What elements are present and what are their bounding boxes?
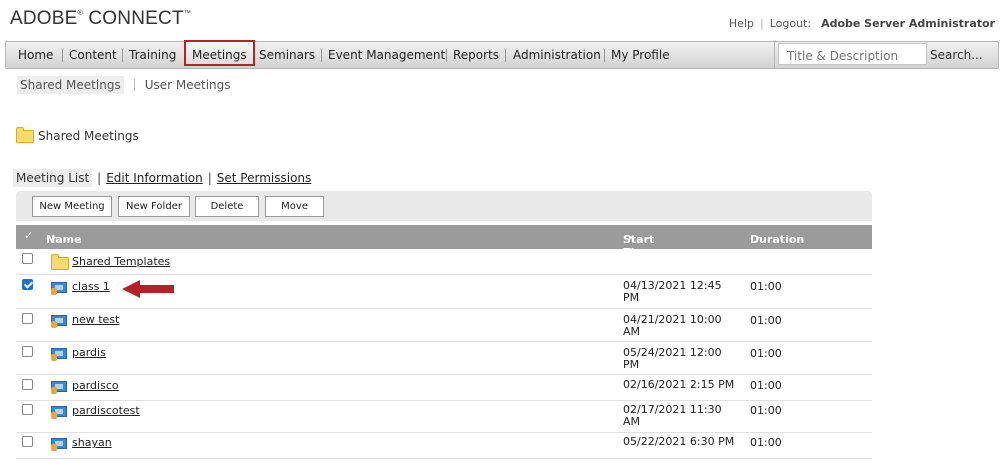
sort-arrow-icon: ▸ (756, 233, 761, 243)
subnav-shared-meetings[interactable]: Shared Meetings (17, 76, 124, 94)
nav-seminars[interactable]: Seminars (259, 42, 315, 68)
delete-button[interactable]: Delete (195, 196, 259, 217)
row-checkbox[interactable] (22, 346, 33, 357)
folder-icon (51, 254, 69, 270)
tab-set-permissions[interactable]: Set Permissions (217, 171, 312, 185)
folder-name: Shared Meetings (38, 129, 139, 143)
table-row[interactable]: Shared Templates (16, 249, 872, 275)
nav-event-management[interactable]: Event Management (328, 42, 445, 68)
table-row[interactable]: pardisco 02/16/2021 2:15 PM 01:00 (16, 375, 872, 401)
table-row[interactable]: pardiscotest 02/17/2021 11:30 AM 01:00 (16, 401, 872, 433)
row-duration: 01:00 (750, 347, 782, 360)
current-folder: Shared Meetings (16, 126, 139, 143)
folder-icon (16, 126, 34, 143)
row-start-time: 04/13/2021 12:45 PM (623, 279, 722, 304)
nav-my-profile[interactable]: My Profile (611, 42, 670, 68)
row-name-link[interactable]: shayan (72, 436, 112, 449)
list-toolbar: New Meeting New Folder Delete Move (16, 191, 872, 221)
meeting-icon (51, 282, 67, 295)
tab-meeting-list[interactable]: Meeting List (13, 169, 93, 187)
row-start-time: 05/22/2021 6:30 PM (623, 435, 735, 448)
row-name-link[interactable]: pardiscotest (72, 404, 140, 417)
select-all-check[interactable]: ✓ (24, 229, 33, 242)
tab-edit-information[interactable]: Edit Information (106, 171, 203, 185)
table-header: ✓ Name ▸ Start Time ▸ Duration ▸ (16, 225, 872, 259)
adobe-connect-logo: ADOBE® CONNECT™ (10, 8, 191, 29)
nav-meetings[interactable]: Meetings (184, 40, 255, 66)
row-name-link[interactable]: Shared Templates (72, 255, 170, 268)
search-button[interactable]: Search... (930, 42, 983, 68)
row-checkbox[interactable] (22, 404, 33, 415)
nav-administration[interactable]: Administration (513, 42, 601, 68)
annotation-arrow-icon (122, 280, 174, 298)
nav-home[interactable]: Home (18, 42, 53, 68)
row-start-time: 02/17/2021 11:30 AM (623, 403, 722, 428)
row-checkbox[interactable] (22, 279, 33, 290)
row-duration: 01:00 (750, 280, 782, 293)
help-link[interactable]: Help (729, 17, 754, 30)
search-input[interactable] (778, 43, 927, 65)
meeting-icon (51, 406, 67, 419)
meeting-icon (51, 381, 67, 394)
row-duration: 01:00 (750, 404, 782, 417)
table-row[interactable]: shayan 05/22/2021 6:30 PM 01:00 (16, 433, 872, 459)
new-meeting-button[interactable]: New Meeting (32, 196, 112, 217)
nav-reports[interactable]: Reports (453, 42, 499, 68)
meeting-icon (51, 315, 67, 328)
sort-arrow-icon: ▸ (629, 233, 634, 243)
row-name-link[interactable]: class 1 (72, 280, 110, 293)
folder-tabs: Meeting List | Edit Information | Set Pe… (13, 169, 311, 187)
current-user: Adobe Server Administrator (821, 17, 995, 30)
row-checkbox[interactable] (22, 253, 33, 264)
meeting-icon (51, 438, 67, 451)
row-name-link[interactable]: pardisco (72, 379, 119, 392)
row-start-time: 02/16/2021 2:15 PM (623, 378, 735, 391)
meetings-subnav: Shared Meetings User Meetings (17, 76, 231, 94)
row-duration: 01:00 (750, 436, 782, 449)
sort-arrow-icon: ▸ (52, 233, 57, 243)
nav-training[interactable]: Training (129, 42, 176, 68)
table-row[interactable]: new test 04/21/2021 10:00 AM 01:00 (16, 309, 872, 342)
row-checkbox[interactable] (22, 436, 33, 447)
row-checkbox[interactable] (22, 379, 33, 390)
move-button[interactable]: Move (265, 196, 324, 217)
row-duration: 01:00 (750, 314, 782, 327)
top-links: Help | Logout: Adobe Server Administrato… (728, 17, 995, 30)
row-start-time: 05/24/2021 12:00 PM (623, 346, 722, 371)
meeting-icon (51, 348, 67, 361)
row-duration: 01:00 (750, 379, 782, 392)
row-name-link[interactable]: new test (72, 313, 119, 326)
logout-link[interactable]: Logout: (770, 17, 811, 30)
nav-content[interactable]: Content (69, 42, 117, 68)
new-folder-button[interactable]: New Folder (118, 196, 190, 217)
row-name-link[interactable]: pardis (72, 346, 106, 359)
table-row[interactable]: pardis 05/24/2021 12:00 PM 01:00 (16, 342, 872, 375)
subnav-user-meetings[interactable]: User Meetings (145, 78, 231, 92)
main-navbar: Home Content Training Meetings Seminars … (5, 40, 999, 69)
row-checkbox[interactable] (22, 313, 33, 324)
row-start-time: 04/21/2021 10:00 AM (623, 313, 722, 338)
